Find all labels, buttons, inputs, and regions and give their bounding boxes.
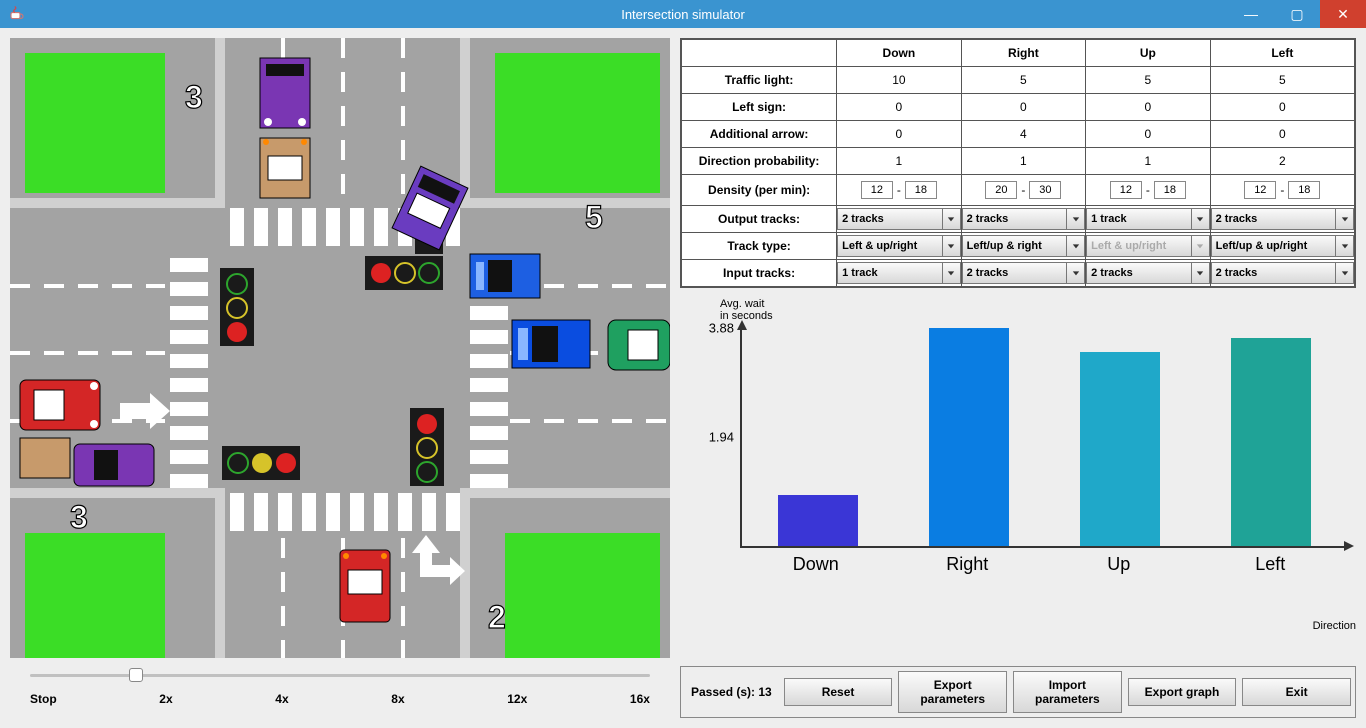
output-tracks-row: Output tracks: 2 tracks 2 tracks 1 track… [681, 206, 1355, 233]
slider-stop: 16x [630, 692, 650, 706]
density-row: Density (per min): - - - - [681, 175, 1355, 206]
speed-slider[interactable] [30, 668, 650, 688]
ytick: 3.88 [709, 321, 742, 336]
chart-xlabel: Direction [1313, 620, 1356, 632]
export-params-button[interactable]: Export parameters [898, 671, 1007, 713]
input-tracks-select[interactable]: 2 tracks [1211, 262, 1354, 284]
traffic-light-right [410, 408, 444, 486]
track-type-select[interactable]: Left/up & up/right [1211, 235, 1354, 257]
count-ne: 5 [585, 199, 603, 235]
slider-stop: 4x [275, 692, 288, 706]
bottom-bar: Passed (s): 13 Reset Export parameters I… [680, 666, 1356, 718]
slider-stop: Stop [30, 692, 57, 706]
chart-xlabel-cat: Up [1079, 554, 1159, 575]
export-graph-button[interactable]: Export graph [1128, 678, 1237, 706]
density-min[interactable] [1244, 181, 1276, 199]
reset-button[interactable]: Reset [784, 678, 893, 706]
slider-stop: 12x [507, 692, 527, 706]
col-left: Left [1210, 39, 1355, 67]
minimize-button[interactable]: — [1228, 0, 1274, 28]
traffic-light-left [220, 268, 254, 346]
maximize-button[interactable]: ▢ [1274, 0, 1320, 28]
count-se: 2 [488, 599, 506, 635]
density-min[interactable] [985, 181, 1017, 199]
chart-xlabel-cat: Down [776, 554, 856, 575]
track-type-select[interactable]: Left/up & right [962, 235, 1086, 257]
chart-xlabel-cat: Left [1230, 554, 1310, 575]
parameters-table: Down Right Up Left Traffic light:10555 L… [680, 38, 1356, 288]
density-max[interactable] [1029, 181, 1061, 199]
passed-label: Passed (s): 13 [685, 685, 778, 699]
input-tracks-select[interactable]: 1 track [837, 262, 961, 284]
count-nw: 3 [185, 79, 203, 115]
density-max[interactable] [1154, 181, 1186, 199]
content-area: 3 5 3 2 Stop 2x 4x 8x 12x 16x [0, 28, 1366, 728]
input-tracks-select[interactable]: 2 tracks [962, 262, 1086, 284]
input-tracks-select[interactable]: 2 tracks [1086, 262, 1210, 284]
app-window: Intersection simulator — ▢ ✕ [0, 0, 1366, 728]
close-button[interactable]: ✕ [1320, 0, 1366, 28]
density-min[interactable] [861, 181, 893, 199]
track-type-select: Left & up/right [1086, 235, 1210, 257]
window-controls: — ▢ ✕ [1228, 0, 1366, 28]
chart-xlabel-cat: Right [927, 554, 1007, 575]
slider-stop: 2x [159, 692, 172, 706]
titlebar: Intersection simulator — ▢ ✕ [0, 0, 1366, 28]
chart-ylabel: Avg. waitin seconds [720, 298, 773, 322]
intersection-canvas[interactable]: 3 5 3 2 [10, 38, 670, 658]
density-min[interactable] [1110, 181, 1142, 199]
parameters-pane: Down Right Up Left Traffic light:10555 L… [680, 38, 1356, 718]
wait-chart: Avg. waitin seconds 3.88 1.94 Direction … [680, 294, 1356, 660]
count-sw: 3 [70, 499, 88, 535]
simulator-pane: 3 5 3 2 Stop 2x 4x 8x 12x 16x [10, 38, 670, 718]
import-params-button[interactable]: Import parameters [1013, 671, 1122, 713]
traffic-light-bottom [222, 446, 300, 480]
col-up: Up [1086, 39, 1211, 67]
density-max[interactable] [905, 181, 937, 199]
output-tracks-select[interactable]: 1 track [1086, 208, 1210, 230]
chart-body: 3.88 1.94 [740, 328, 1346, 548]
chart-bar [929, 328, 1009, 546]
ytick: 1.94 [709, 430, 742, 445]
chart-bar [778, 495, 858, 546]
chart-bar [1080, 352, 1160, 546]
track-type-row: Track type: Left & up/right Left/up & ri… [681, 233, 1355, 260]
chart-bar [1231, 338, 1311, 546]
slider-stop: 8x [391, 692, 404, 706]
output-tracks-select[interactable]: 2 tracks [962, 208, 1086, 230]
density-max[interactable] [1288, 181, 1320, 199]
track-type-select[interactable]: Left & up/right [837, 235, 961, 257]
output-tracks-select[interactable]: 2 tracks [837, 208, 961, 230]
window-title: Intersection simulator [621, 7, 745, 22]
col-right: Right [961, 39, 1086, 67]
java-icon [8, 5, 26, 23]
speed-slider-row: Stop 2x 4x 8x 12x 16x [10, 658, 670, 706]
col-down: Down [837, 39, 962, 67]
exit-button[interactable]: Exit [1242, 678, 1351, 706]
input-tracks-row: Input tracks: 1 track 2 tracks 2 tracks … [681, 260, 1355, 288]
output-tracks-select[interactable]: 2 tracks [1211, 208, 1354, 230]
intersection-svg: 3 5 3 2 [10, 38, 670, 658]
